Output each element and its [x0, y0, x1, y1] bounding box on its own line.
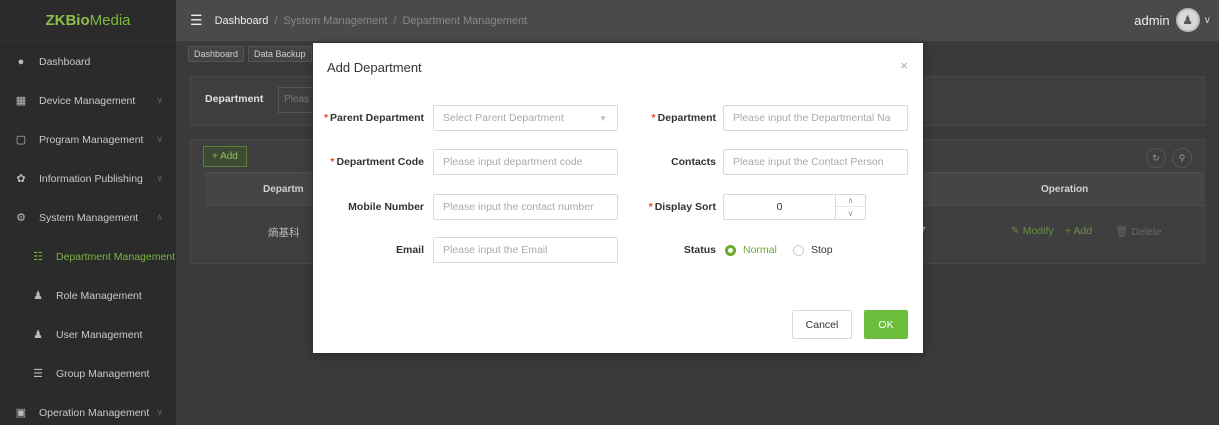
sidebar: ZKBio Media ● Dashboard ▦ Device Manageme…: [0, 0, 176, 425]
sidebar-item-user-management[interactable]: ♟ User Management: [0, 315, 176, 354]
add-link[interactable]: + Add: [1065, 225, 1092, 237]
filter-label: Department: [205, 93, 264, 105]
sidebar-item-dashboard[interactable]: ● Dashboard: [0, 42, 176, 81]
contacts-label: Contacts: [671, 156, 716, 168]
sidebar-item-label: Role Management: [56, 289, 142, 302]
publishing-icon: ✿: [16, 173, 26, 185]
sidebar-item-system-management[interactable]: ⚙ System Management ∧: [0, 198, 176, 237]
chevron-down-icon: ∨: [156, 95, 163, 105]
sidebar-item-program-management[interactable]: ▢ Program Management ∨: [0, 120, 176, 159]
add-department-dialog: Add Department × * Parent Department Sele…: [313, 43, 923, 353]
user-name: admin: [1134, 12, 1170, 28]
breadcrumb-system-management[interactable]: System Management: [283, 15, 387, 27]
stepper-buttons: ∧ ∨: [835, 195, 865, 219]
sidebar-item-operation-management[interactable]: ▣ Operation Management ∨: [0, 393, 176, 425]
email-label: Email: [395, 244, 424, 256]
top-bar: ☰ Dashboard / System Management / Depart…: [176, 0, 1219, 42]
status-normal-label: Normal: [743, 244, 777, 256]
display-sort-label: * Display Sort: [648, 201, 716, 213]
department-label: * Department: [651, 112, 716, 124]
breadcrumb-separator: /: [274, 14, 278, 27]
sidebar-item-label: User Management: [56, 328, 143, 341]
chevron-down-icon: ∨: [156, 407, 163, 417]
sidebar-item-role-management[interactable]: ♟ Role Management: [0, 276, 176, 315]
status-normal-radio[interactable]: Normal: [725, 244, 777, 256]
menu-toggle-icon[interactable]: ☰: [190, 12, 203, 29]
app-logo[interactable]: ZKBio Media: [0, 0, 176, 42]
dashboard-icon: ●: [17, 55, 25, 68]
column-header-department: Departm: [263, 184, 304, 195]
display-sort-stepper[interactable]: 0 ∧ ∨: [723, 194, 866, 220]
chevron-down-icon: ∨: [156, 173, 163, 183]
sidebar-item-group-management[interactable]: ☰ Group Management: [0, 354, 176, 393]
delete-link[interactable]: 🗑 Delete: [1115, 225, 1162, 238]
department-input[interactable]: Please input the Departmental Na: [723, 105, 908, 131]
gear-icon: ⚙: [16, 212, 26, 224]
logo-media: Media: [89, 12, 131, 29]
sidebar-item-label: Department Management: [56, 250, 176, 263]
ok-button[interactable]: OK: [864, 310, 908, 339]
program-icon: ▢: [15, 134, 27, 146]
chevron-down-icon: ∨: [1203, 14, 1211, 26]
tab-data-backup[interactable]: Data Backup: [248, 46, 312, 62]
radio-checked-icon: [725, 244, 736, 256]
group-icon: ☰: [33, 368, 43, 380]
role-icon: ♟: [33, 290, 43, 302]
status-stop-radio[interactable]: Stop: [793, 244, 833, 256]
chevron-down-icon: ∨: [156, 134, 163, 144]
cell-department: 熵基科: [268, 227, 300, 239]
sidebar-item-label: Information Publishing: [39, 172, 143, 185]
display-sort-value: 0: [776, 201, 783, 213]
column-header-operation: Operation: [1041, 184, 1089, 195]
sidebar-item-device-management[interactable]: ▦ Device Management ∨: [0, 81, 176, 120]
cancel-button[interactable]: Cancel: [792, 310, 852, 339]
sidebar-item-label: Program Management: [39, 133, 144, 146]
radio-unchecked-icon: [793, 244, 804, 256]
breadcrumb-current: Department Management: [402, 14, 528, 27]
breadcrumb-separator: /: [393, 14, 397, 27]
avatar: ♟: [1175, 8, 1200, 32]
status-stop-label: Stop: [811, 244, 833, 256]
breadcrumb-home[interactable]: Dashboard: [215, 15, 269, 27]
operation-icon: ▣: [15, 407, 27, 419]
search-icon[interactable]: ⚲: [1172, 148, 1192, 168]
parent-department-label: * Parent Department: [323, 112, 424, 124]
close-icon[interactable]: ×: [900, 58, 908, 73]
device-icon: ▦: [15, 95, 27, 107]
sidebar-item-label: System Management: [39, 211, 139, 224]
status-label: Status: [683, 244, 716, 256]
sidebar-item-label: Device Management: [39, 94, 136, 107]
delete-label: Delete: [1131, 226, 1162, 238]
tab-dashboard[interactable]: Dashboard: [188, 46, 245, 62]
sidebar-item-department-management[interactable]: ☷ Department Management: [0, 237, 176, 276]
user-icon: ♟: [33, 329, 43, 341]
dialog-title: Add Department: [327, 60, 422, 75]
department-code-label: * Department Code: [330, 156, 424, 168]
department-icon: ☷: [33, 251, 43, 263]
contacts-input[interactable]: Please input the Contact Person: [723, 149, 908, 175]
sidebar-item-label: Group Management: [56, 367, 150, 380]
modify-link[interactable]: ✎ Modify: [1011, 225, 1054, 237]
parent-department-placeholder: Select Parent Department: [443, 112, 564, 124]
sidebar-item-information-publishing[interactable]: ✿ Information Publishing ∨: [0, 159, 176, 198]
add-button[interactable]: + Add: [203, 146, 247, 167]
mobile-number-label: Mobile Number: [348, 201, 424, 213]
modify-label: Modify: [1022, 225, 1054, 237]
sidebar-item-label: Operation Management: [39, 406, 150, 419]
user-menu[interactable]: admin ♟ ∨: [1134, 8, 1211, 32]
stepper-down-icon[interactable]: ∨: [836, 207, 865, 219]
refresh-icon[interactable]: ↻: [1146, 148, 1166, 168]
logo-zk: ZKBio: [45, 12, 90, 29]
filter-input[interactable]: Pleas: [278, 87, 318, 113]
chevron-up-icon: ∧: [156, 212, 163, 222]
sidebar-item-label: Dashboard: [39, 55, 91, 68]
stepper-up-icon[interactable]: ∧: [836, 195, 865, 207]
